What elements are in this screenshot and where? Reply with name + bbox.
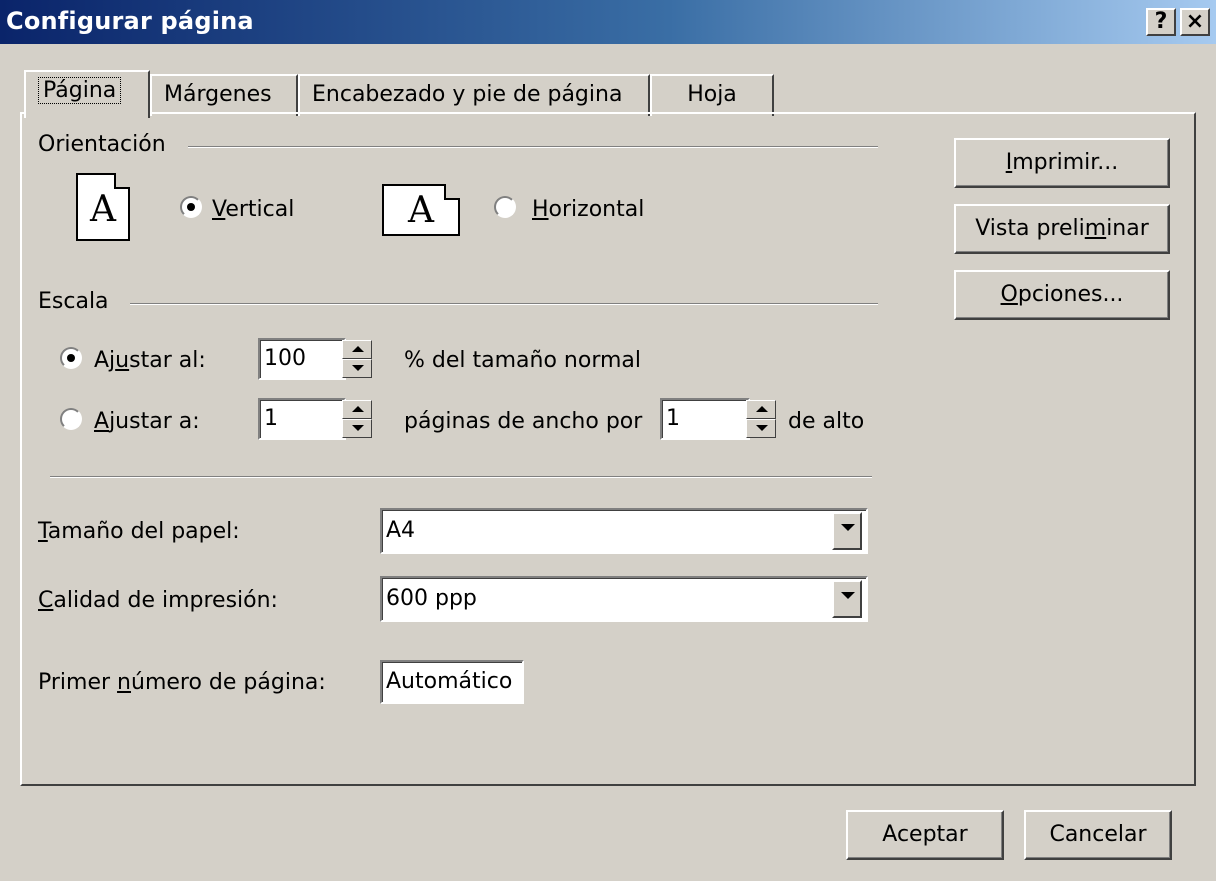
spin-up-button[interactable] bbox=[746, 400, 776, 419]
first-page-number-label: Primer número de página: bbox=[38, 670, 326, 695]
ok-button[interactable]: Aceptar bbox=[846, 810, 1004, 860]
adjust-to-input[interactable]: 100 bbox=[258, 338, 346, 380]
tab-hoja[interactable]: Hoja bbox=[650, 74, 774, 116]
arrow-up-icon bbox=[756, 406, 768, 412]
fit-to-label: Ajustar a: bbox=[94, 409, 200, 434]
horizontal-radio[interactable] bbox=[494, 196, 516, 218]
adjust-to-suffix: % del tamaño normal bbox=[404, 348, 642, 373]
horizontal-label: Horizontal bbox=[532, 197, 645, 222]
vertical-radio[interactable] bbox=[180, 196, 202, 218]
paper-size-dropdown-button[interactable] bbox=[832, 512, 862, 550]
print-preview-button[interactable]: Vista preliminar bbox=[954, 204, 1170, 254]
adjust-to-label: Ajustar al: bbox=[94, 348, 206, 373]
tab-margenes[interactable]: Márgenes bbox=[150, 74, 298, 116]
spin-down-button[interactable] bbox=[342, 359, 372, 378]
scale-group-label: Escala bbox=[38, 289, 109, 314]
close-icon: × bbox=[1185, 9, 1205, 34]
fit-tall-suffix: de alto bbox=[788, 409, 865, 434]
spin-up-button[interactable] bbox=[342, 400, 372, 419]
print-quality-dropdown-button[interactable] bbox=[832, 580, 862, 618]
spin-up-button[interactable] bbox=[342, 340, 372, 359]
tab-label: Márgenes bbox=[164, 82, 272, 107]
spin-down-button[interactable] bbox=[746, 419, 776, 438]
window-title: Configurar página bbox=[6, 7, 254, 35]
chevron-down-icon bbox=[841, 524, 855, 531]
adjust-to-spinner[interactable] bbox=[342, 340, 372, 378]
close-button[interactable]: × bbox=[1180, 8, 1210, 36]
first-page-number-input[interactable]: Automático bbox=[380, 660, 524, 704]
fit-tall-input[interactable]: 1 bbox=[660, 398, 750, 440]
tab-label: Hoja bbox=[687, 82, 737, 107]
landscape-page-icon: A bbox=[382, 184, 460, 236]
paper-size-select[interactable]: A4 bbox=[380, 508, 868, 554]
adjust-to-radio[interactable] bbox=[60, 347, 82, 369]
portrait-page-icon: A bbox=[76, 173, 130, 241]
fit-wide-suffix: páginas de ancho por bbox=[404, 409, 643, 434]
fit-to-radio[interactable] bbox=[60, 408, 82, 430]
print-quality-select[interactable]: 600 ppp bbox=[380, 576, 868, 622]
vertical-label: Vertical bbox=[212, 197, 295, 222]
tab-encabezado[interactable]: Encabezado y pie de página bbox=[298, 74, 650, 116]
cancel-button[interactable]: Cancelar bbox=[1024, 810, 1172, 860]
arrow-down-icon bbox=[352, 365, 364, 371]
scale-divider bbox=[130, 303, 878, 305]
help-button[interactable]: ? bbox=[1146, 8, 1176, 36]
arrow-down-icon bbox=[756, 425, 768, 431]
print-quality-label: Calidad de impresión: bbox=[38, 588, 278, 613]
arrow-up-icon bbox=[352, 346, 364, 352]
print-button[interactable]: Imprimir... bbox=[954, 138, 1170, 188]
fit-tall-spinner[interactable] bbox=[746, 400, 776, 438]
tab-label: Encabezado y pie de página bbox=[312, 82, 623, 107]
orientation-group-label: Orientación bbox=[38, 132, 166, 157]
spin-down-button[interactable] bbox=[342, 419, 372, 438]
arrow-up-icon bbox=[352, 406, 364, 412]
tab-label: Página bbox=[38, 77, 122, 104]
tab-pagina[interactable]: Página bbox=[24, 70, 150, 118]
title-bar: Configurar página ? × bbox=[0, 0, 1216, 44]
help-icon: ? bbox=[1154, 9, 1168, 34]
paper-divider bbox=[50, 476, 872, 478]
chevron-down-icon bbox=[841, 592, 855, 599]
orientation-divider bbox=[188, 146, 878, 148]
paper-size-label: Tamaño del papel: bbox=[38, 519, 240, 544]
arrow-down-icon bbox=[352, 425, 364, 431]
fit-wide-input[interactable]: 1 bbox=[258, 398, 346, 440]
options-button[interactable]: Opciones... bbox=[954, 270, 1170, 320]
fit-wide-spinner[interactable] bbox=[342, 400, 372, 438]
